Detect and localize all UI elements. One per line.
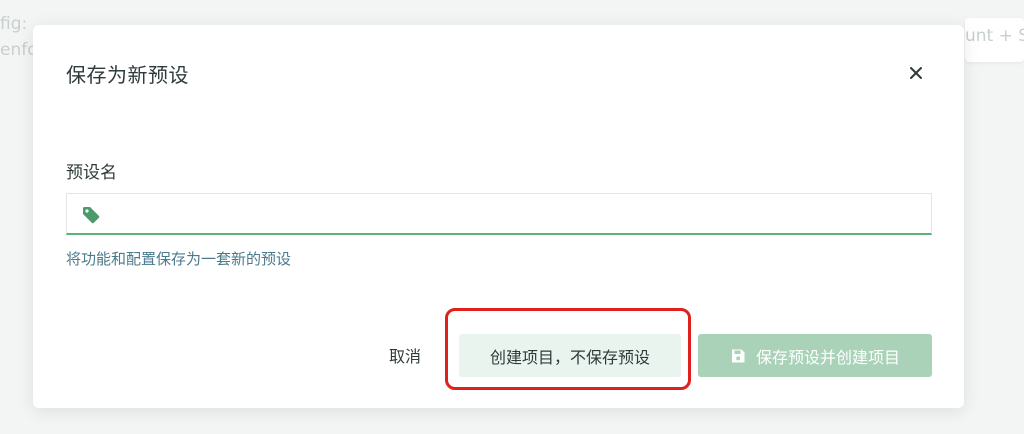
- helper-text: 将功能和配置保存为一套新的预设: [66, 250, 292, 268]
- preset-name-input[interactable]: [111, 194, 925, 234]
- save-preset-dialog: 保存为新预设 预设名 将功能和配置保存为一套新的预设 取消 创建项目，不保存预设…: [33, 25, 964, 408]
- save-icon: [731, 349, 745, 362]
- preset-name-label: 预设名: [66, 163, 117, 183]
- save-button-label: 保存预设并创建项目: [755, 347, 900, 367]
- dialog-title: 保存为新预设: [66, 63, 189, 87]
- background-text-fragment: fig:: [0, 14, 28, 34]
- background-text-fragment: unt + S: [965, 26, 1024, 46]
- preset-name-field[interactable]: [66, 193, 932, 235]
- save-preset-and-create-button[interactable]: 保存预设并创建项目: [698, 334, 932, 377]
- background-text-fragment: enfo: [0, 40, 38, 60]
- close-button[interactable]: [904, 61, 928, 85]
- cancel-button[interactable]: 取消: [373, 335, 437, 375]
- close-icon: [910, 67, 922, 79]
- create-project-without-preset-button[interactable]: 创建项目，不保存预设: [459, 334, 681, 377]
- tag-icon: [83, 207, 100, 224]
